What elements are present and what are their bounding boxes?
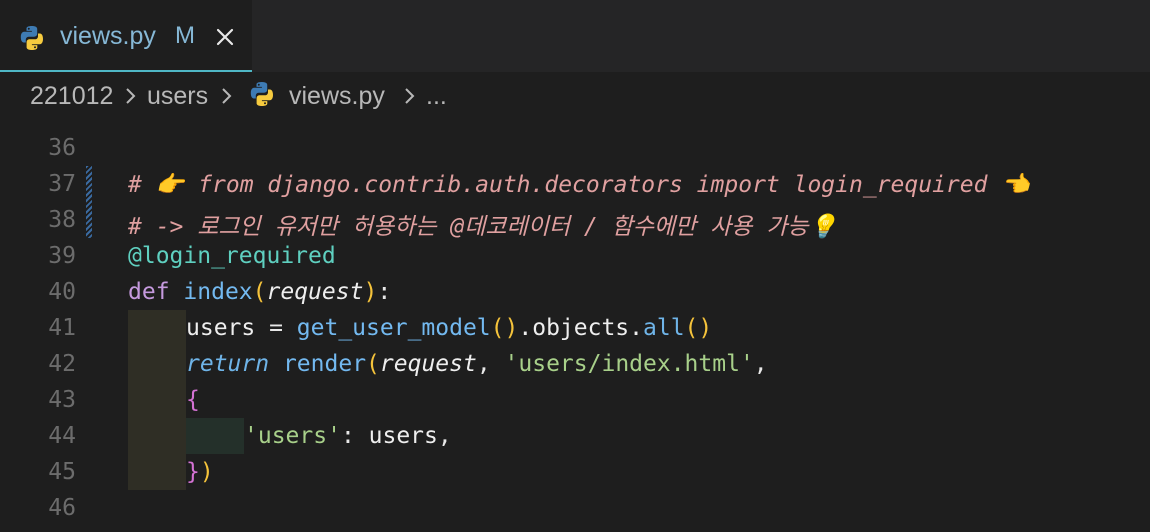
- breadcrumb-item-folder[interactable]: 221012: [30, 82, 113, 111]
- code-line: 38 # -> 로그인 유저만 허용하는 @데코레이터 / 함수에만 사용 가능…: [0, 202, 1150, 240]
- line-number: 42: [48, 351, 76, 377]
- function-call: get_user_model: [296, 315, 491, 341]
- code-line: 39 @login_required: [0, 238, 1150, 274]
- method-call: all: [643, 315, 685, 341]
- code-text: return render(request, 'users/index.html…: [186, 351, 768, 377]
- code-text: 'users': users,: [244, 423, 452, 449]
- tab-views-py[interactable]: views.py M: [0, 0, 252, 72]
- code-line: 36: [0, 130, 1150, 166]
- param: request: [266, 279, 364, 305]
- string-literal: 'users/index.html': [504, 351, 754, 377]
- code-line: 42 return render(request, 'users/index.h…: [0, 346, 1150, 382]
- tab-title: views.py: [60, 22, 156, 50]
- code-text: }): [186, 459, 214, 485]
- line-number: 37: [48, 171, 76, 197]
- code-text: {: [186, 387, 200, 413]
- code-decorator: @login_required: [128, 243, 336, 269]
- breadcrumb-item-users[interactable]: users: [147, 82, 208, 111]
- chevron-right-icon: [405, 88, 415, 104]
- code-line: 43 {: [0, 382, 1150, 418]
- tab-bar: views.py M: [0, 0, 1150, 72]
- python-icon: [20, 26, 43, 50]
- breadcrumb-item-symbol[interactable]: ...: [426, 82, 447, 111]
- chevron-right-icon: [222, 88, 232, 104]
- keyword-return: return: [186, 351, 270, 377]
- code-line: 35: [0, 120, 1150, 130]
- function-call: render: [282, 351, 367, 377]
- line-number: 39: [48, 243, 76, 269]
- code-line: 45 }): [0, 454, 1150, 490]
- code-line: 46: [0, 490, 1150, 526]
- modified-indicator: M: [175, 22, 195, 49]
- string-literal: 'users': [244, 423, 341, 449]
- code-comment: # -> 로그인 유저만 허용하는 @데코레이터 / 함수에만 사용 가능💡: [128, 214, 838, 240]
- breadcrumb-item-file[interactable]: views.py: [289, 82, 385, 111]
- line-number: 46: [48, 495, 76, 521]
- variable: users: [368, 423, 438, 449]
- variable: users: [186, 315, 256, 341]
- code-line: 40 def index(request):: [0, 274, 1150, 310]
- line-number: 44: [48, 423, 76, 449]
- code-text: users = get_user_model().objects.all(): [186, 315, 713, 341]
- argument: request: [379, 351, 477, 377]
- line-number: 41: [48, 315, 76, 341]
- keyword-def: def: [128, 279, 170, 305]
- line-number: 43: [48, 387, 76, 413]
- code-editor[interactable]: 35 36 37 # 👉 from django.contrib.auth.de…: [0, 120, 1150, 532]
- code-text: def index(request):: [128, 279, 392, 305]
- line-number: 38: [48, 207, 76, 233]
- line-number: 45: [48, 459, 76, 485]
- code-line: 41 users = get_user_model().objects.all(…: [0, 310, 1150, 346]
- code-comment: # 👉 from django.contrib.auth.decorators …: [128, 172, 1030, 198]
- chevron-right-icon: [126, 88, 136, 104]
- close-icon[interactable]: [212, 24, 238, 50]
- function-name: index: [183, 279, 253, 305]
- line-number: 36: [48, 135, 76, 161]
- code-line: 44 'users': users,: [0, 418, 1150, 454]
- line-number: 40: [48, 279, 76, 305]
- line-number: 35: [0, 120, 76, 125]
- code-line: 37 # 👉 from django.contrib.auth.decorato…: [0, 166, 1150, 202]
- python-icon: [250, 82, 273, 106]
